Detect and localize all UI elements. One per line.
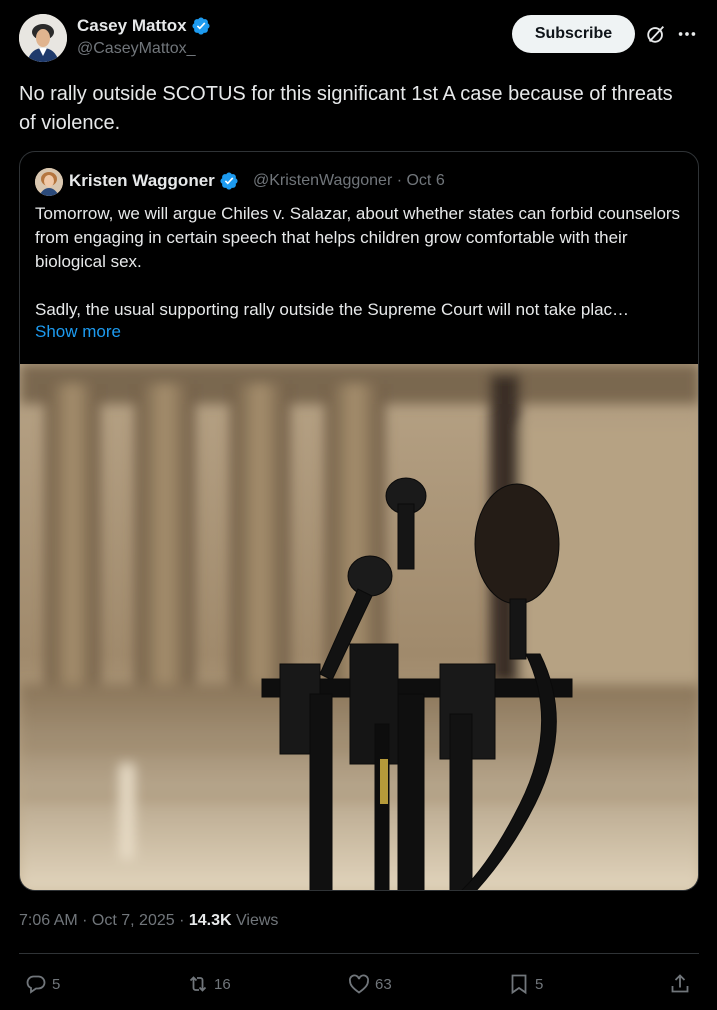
tweet-text: No rally outside SCOTUS for this signifi… [19,83,673,134]
divider [19,953,699,954]
repost-count: 16 [214,975,231,993]
subscribe-button[interactable]: Subscribe [512,15,635,53]
quote-author-name[interactable]: Kristen Waggoner [69,171,239,191]
action-bar: 5 16 63 5 [0,966,717,1002]
views-count: 14.3K [188,912,232,929]
reply-button[interactable]: 5 [24,966,60,1002]
quote-author-avatar[interactable] [35,168,63,196]
quote-handle-date[interactable]: @KristenWaggoner · Oct 6 [253,172,445,190]
show-more-link[interactable]: Show more [35,322,121,342]
share-button[interactable] [668,966,692,1002]
like-icon [349,974,369,994]
bookmark-button[interactable]: 5 [507,966,543,1002]
share-icon [671,974,689,993]
quote-photo-microphones[interactable] [20,364,699,891]
views-label: Views [231,912,279,929]
tweet-detail: Casey Mattox @CaseyMattox_ Subscribe No … [0,0,717,1010]
reply-count: 5 [52,975,61,993]
author-name-text: Casey Mattox [77,16,187,35]
quoted-tweet[interactable]: Kristen Waggoner @KristenWaggoner · Oct … [19,151,699,891]
bookmark-icon [511,974,527,995]
bookmark-count: 5 [535,975,544,993]
more-icon[interactable] [676,23,698,45]
repost-icon [189,976,207,992]
quote-text: Tomorrow, we will argue Chiles v. Salaza… [35,204,681,319]
like-count: 63 [375,975,392,993]
repost-button[interactable]: 16 [186,966,231,1002]
grok-icon[interactable] [645,23,667,45]
timestamp-views: 7:06 AM · Oct 7, 2025 · 14.3K Views [19,912,278,930]
verified-badge-icon [192,17,210,35]
timestamp[interactable]: 7:06 AM · Oct 7, 2025 · [19,912,189,929]
author-name[interactable]: Casey Mattox [77,16,211,36]
verified-badge-icon [220,172,238,190]
author-avatar[interactable] [19,14,67,62]
author-handle[interactable]: @CaseyMattox_ [77,40,196,58]
like-button[interactable]: 63 [347,966,392,1002]
reply-icon [26,975,46,994]
quote-author-name-text: Kristen Waggoner [69,171,215,190]
